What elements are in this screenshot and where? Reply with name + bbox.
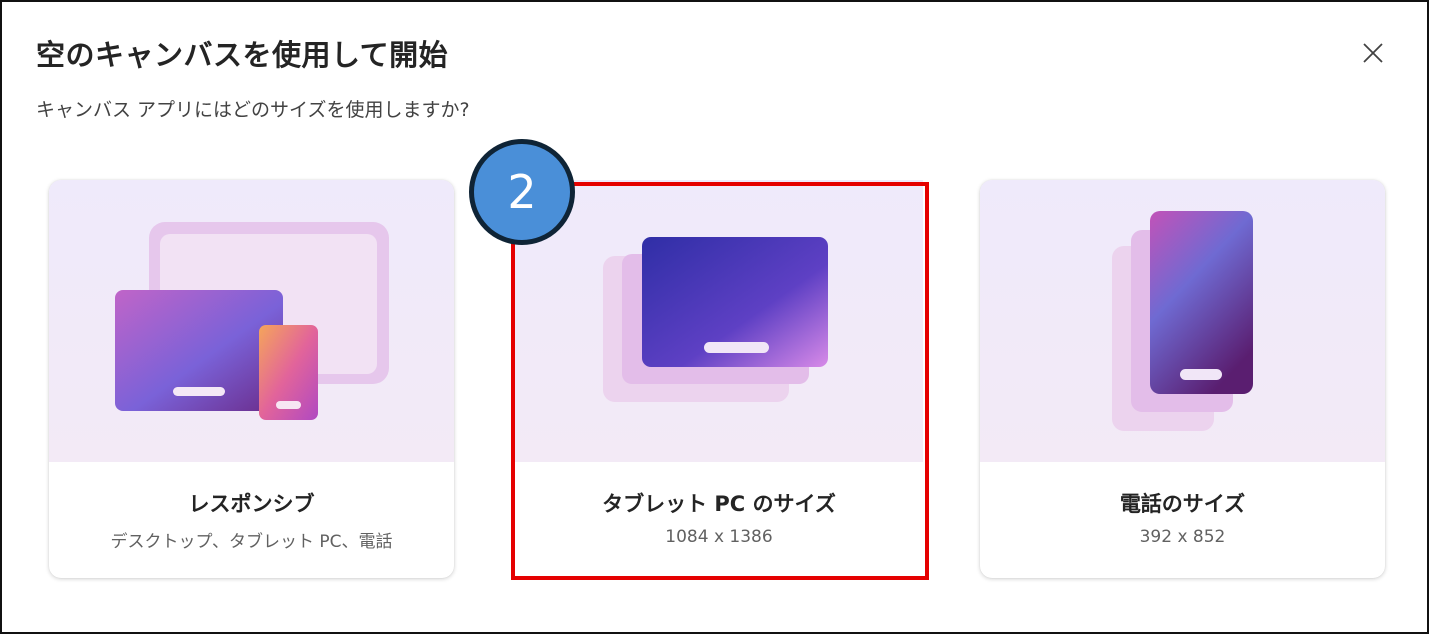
phone-illustration <box>980 180 1385 462</box>
tablet-card[interactable]: タブレット PC のサイズ 1084 x 1386 <box>515 180 923 578</box>
close-icon <box>1363 43 1383 63</box>
tablet-title: タブレット PC のサイズ <box>602 492 836 516</box>
phone-title: 電話のサイズ <box>1119 492 1246 516</box>
responsive-illustration <box>49 180 454 462</box>
tablet-illustration <box>515 180 923 462</box>
step-number-badge: 2 <box>469 139 575 245</box>
canvas-size-dialog: 空のキャンバスを使用して開始 キャンバス アプリにはどのサイズを使用しますか? <box>0 0 1429 634</box>
close-button[interactable] <box>1356 36 1390 70</box>
dialog-subtitle: キャンバス アプリにはどのサイズを使用しますか? <box>36 99 470 121</box>
responsive-card[interactable]: レスポンシブ デスクトップ、タブレット PC、電話 <box>49 180 454 578</box>
phone-description: 392 x 852 <box>1139 527 1226 547</box>
tablet-description: 1084 x 1386 <box>665 527 773 547</box>
responsive-description: デスクトップ、タブレット PC、電話 <box>110 532 393 552</box>
phone-card[interactable]: 電話のサイズ 392 x 852 <box>980 180 1385 578</box>
dialog-title: 空のキャンバスを使用して開始 <box>36 38 449 72</box>
responsive-title: レスポンシブ <box>188 492 315 516</box>
